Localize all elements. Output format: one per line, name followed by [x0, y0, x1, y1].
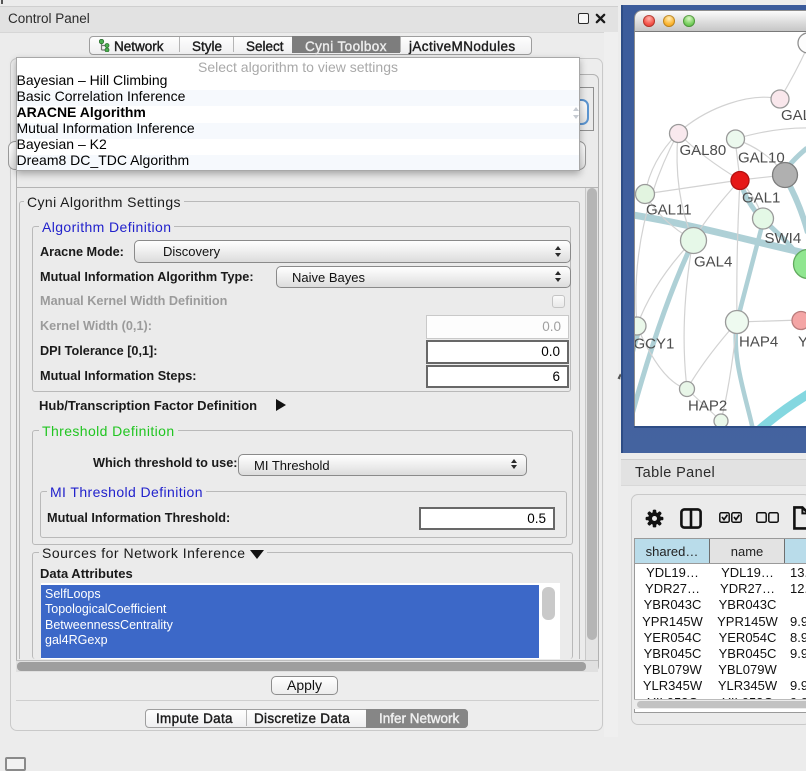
- svg-text:GAL11: GAL11: [646, 202, 692, 219]
- svg-text:GAL4: GAL4: [694, 254, 732, 271]
- svg-text:HAP2: HAP2: [688, 398, 727, 415]
- svg-text:GAL1: GAL1: [742, 190, 780, 207]
- svg-text:SWI4: SWI4: [765, 230, 802, 247]
- svg-text:GAL80: GAL80: [680, 142, 727, 159]
- svg-text:GAL7: GAL7: [781, 107, 806, 124]
- svg-text:GCY1: GCY1: [634, 336, 674, 353]
- svg-text:GAL10: GAL10: [738, 150, 785, 167]
- svg-text:YE: YE: [798, 334, 806, 351]
- svg-text:HAP4: HAP4: [739, 334, 778, 351]
